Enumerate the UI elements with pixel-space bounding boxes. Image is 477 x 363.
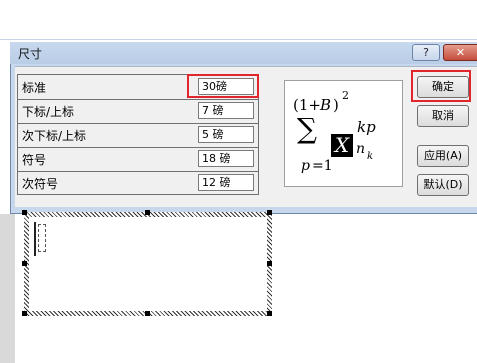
row-label: 次符号 (22, 177, 59, 191)
preview-close: ) (333, 96, 339, 114)
equation-edit-area[interactable] (29, 217, 267, 311)
resize-handle-left[interactable] (22, 261, 27, 266)
resize-handle-bottom-right[interactable] (267, 311, 272, 316)
highlight-box (187, 74, 259, 98)
row-label: 标准 (22, 81, 47, 95)
size-row-subscript: 下标/上标 7 磅 (18, 99, 258, 124)
resize-handle-right[interactable] (267, 261, 272, 266)
sub-subscript-size-input[interactable]: 5 磅 (198, 126, 254, 143)
preview-x-selected: X (331, 134, 353, 157)
resize-handle-top-left[interactable] (22, 210, 27, 215)
resize-handle-bottom[interactable] (145, 311, 150, 316)
resize-handle-top[interactable] (145, 210, 150, 215)
cancel-button[interactable]: 取消 (417, 105, 469, 127)
formula-preview: (1+ B ) 2 ∑ X kp n k p =1 (284, 80, 403, 187)
preview-sigma: ∑ (297, 112, 317, 145)
preview-exp2: 2 (342, 89, 349, 102)
sub-symbol-size-input[interactable]: 12 磅 (198, 174, 254, 191)
dialog-title: 尺寸 (18, 47, 43, 61)
subscript-size-input[interactable]: 7 磅 (198, 102, 254, 119)
size-row-sub-symbol: 次符号 12 磅 (18, 171, 258, 195)
close-button[interactable]: ✕ (443, 44, 477, 61)
preview-p: p (301, 158, 310, 174)
preview-b: B (320, 96, 332, 114)
size-row-sub-subscript: 次下标/上标 5 磅 (18, 123, 258, 148)
empty-slot-placeholder[interactable] (38, 224, 46, 252)
text-caret (34, 222, 36, 256)
preview-kp: kp (357, 118, 376, 136)
default-button[interactable]: 默认(D) (417, 174, 469, 196)
divider (0, 39, 477, 40)
preview-k: k (367, 151, 374, 162)
apply-button[interactable]: 应用(A) (417, 145, 469, 167)
preview-eq1: =1 (312, 158, 333, 174)
help-button[interactable]: ? (412, 44, 440, 61)
editor-top-area (0, 0, 477, 40)
dialog-titlebar (10, 42, 477, 64)
left-margin-strip (0, 214, 15, 363)
highlight-box (411, 70, 471, 102)
preview-n: n (356, 141, 366, 157)
size-row-symbol: 符号 18 磅 (18, 147, 258, 172)
symbol-size-input[interactable]: 18 磅 (198, 150, 254, 167)
resize-handle-bottom-left[interactable] (22, 311, 27, 316)
row-label: 符号 (22, 153, 47, 167)
row-label: 下标/上标 (22, 105, 75, 119)
row-label: 次下标/上标 (22, 129, 87, 143)
resize-handle-top-right[interactable] (267, 210, 272, 215)
